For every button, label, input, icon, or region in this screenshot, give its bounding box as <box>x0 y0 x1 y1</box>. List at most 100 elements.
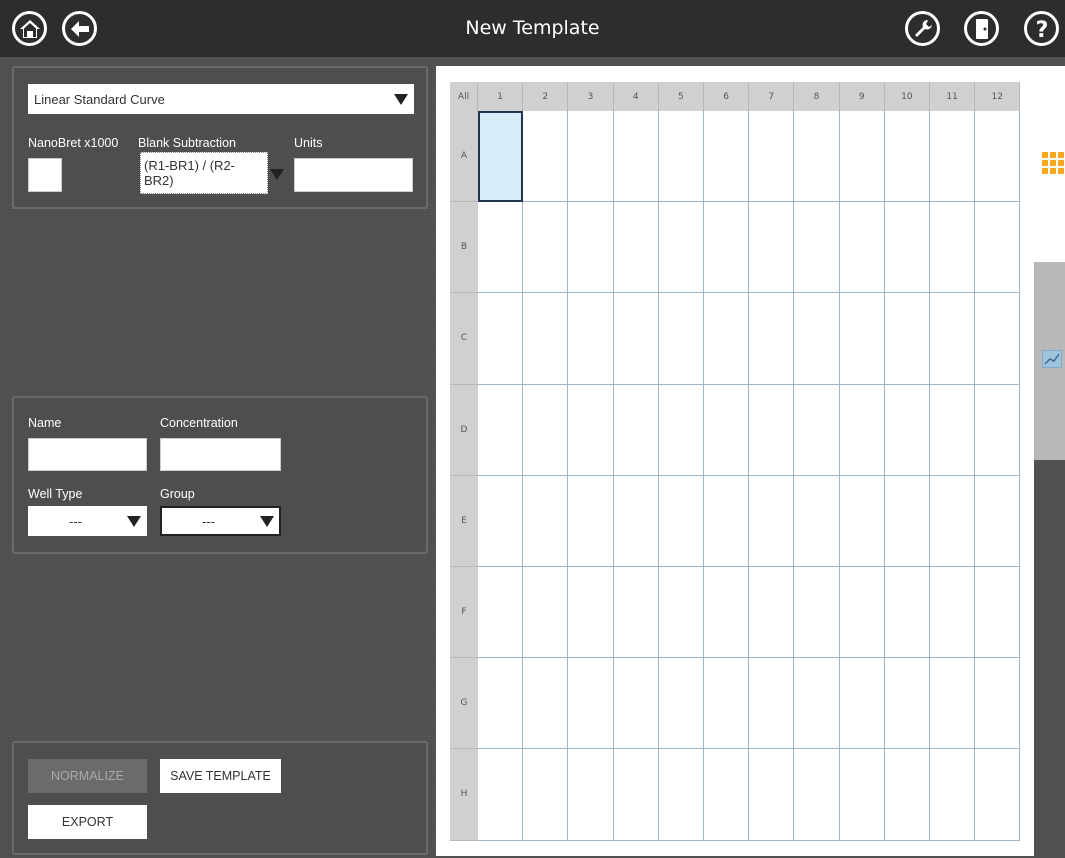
well-B5[interactable] <box>658 202 704 294</box>
well-D12[interactable] <box>975 384 1021 476</box>
column-header-5[interactable]: 5 <box>658 82 704 111</box>
row-header-G[interactable]: G <box>450 658 478 750</box>
well-E3[interactable] <box>568 475 614 567</box>
well-D3[interactable] <box>568 384 614 476</box>
well-C1[interactable] <box>478 293 524 385</box>
normalize-button[interactable]: NORMALIZE <box>28 759 147 793</box>
well-E7[interactable] <box>749 475 795 567</box>
column-header-11[interactable]: 11 <box>930 82 976 111</box>
well-F1[interactable] <box>478 567 524 659</box>
column-header-7[interactable]: 7 <box>749 82 795 111</box>
select-all-cell[interactable]: All <box>450 82 478 111</box>
well-H9[interactable] <box>839 749 885 841</box>
well-B6[interactable] <box>704 202 750 294</box>
well-C7[interactable] <box>749 293 795 385</box>
column-header-4[interactable]: 4 <box>613 82 659 111</box>
well-G2[interactable] <box>523 658 569 750</box>
help-icon[interactable]: ? <box>1024 11 1059 46</box>
well-C8[interactable] <box>794 293 840 385</box>
well-G4[interactable] <box>613 658 659 750</box>
well-F8[interactable] <box>794 567 840 659</box>
well-C6[interactable] <box>704 293 750 385</box>
well-C5[interactable] <box>658 293 704 385</box>
well-F3[interactable] <box>568 567 614 659</box>
well-E1[interactable] <box>478 475 524 567</box>
well-B7[interactable] <box>749 202 795 294</box>
well-F9[interactable] <box>839 567 885 659</box>
well-H7[interactable] <box>749 749 795 841</box>
back-arrow-icon[interactable] <box>62 11 97 46</box>
row-header-H[interactable]: H <box>450 749 478 841</box>
well-C3[interactable] <box>568 293 614 385</box>
well-D8[interactable] <box>794 384 840 476</box>
well-C4[interactable] <box>613 293 659 385</box>
well-B12[interactable] <box>975 202 1021 294</box>
column-header-8[interactable]: 8 <box>794 82 840 111</box>
well-F2[interactable] <box>523 567 569 659</box>
well-A4[interactable] <box>613 111 659 203</box>
well-E8[interactable] <box>794 475 840 567</box>
row-header-B[interactable]: B <box>450 202 478 294</box>
well-F7[interactable] <box>749 567 795 659</box>
well-D6[interactable] <box>704 384 750 476</box>
side-tab-chart[interactable] <box>1034 262 1065 460</box>
well-G1[interactable] <box>478 658 524 750</box>
blank-subtraction-select[interactable]: (R1-BR1) / (R2-BR2) <box>138 152 268 194</box>
well-A6[interactable] <box>704 111 750 203</box>
column-header-9[interactable]: 9 <box>839 82 885 111</box>
well-H10[interactable] <box>884 749 930 841</box>
well-G5[interactable] <box>658 658 704 750</box>
well-A5[interactable] <box>658 111 704 203</box>
well-D7[interactable] <box>749 384 795 476</box>
well-E5[interactable] <box>658 475 704 567</box>
home-icon[interactable] <box>12 11 47 46</box>
well-C11[interactable] <box>930 293 976 385</box>
column-header-2[interactable]: 2 <box>523 82 569 111</box>
well-B2[interactable] <box>523 202 569 294</box>
well-D5[interactable] <box>658 384 704 476</box>
units-input[interactable] <box>294 158 413 192</box>
well-F5[interactable] <box>658 567 704 659</box>
wrench-icon[interactable]: 25 <box>905 11 940 46</box>
well-C10[interactable] <box>884 293 930 385</box>
well-D2[interactable] <box>523 384 569 476</box>
well-A8[interactable] <box>794 111 840 203</box>
save-template-button[interactable]: SAVE TEMPLATE <box>160 759 281 793</box>
well-A12[interactable] <box>975 111 1021 203</box>
well-C12[interactable] <box>975 293 1021 385</box>
well-E6[interactable] <box>704 475 750 567</box>
well-A7[interactable] <box>749 111 795 203</box>
well-H2[interactable] <box>523 749 569 841</box>
well-A10[interactable] <box>884 111 930 203</box>
well-E12[interactable] <box>975 475 1021 567</box>
well-A2[interactable] <box>523 111 569 203</box>
group-select[interactable]: --- <box>160 506 281 536</box>
export-button[interactable]: EXPORT <box>28 805 147 839</box>
row-header-E[interactable]: E <box>450 475 478 567</box>
row-header-A[interactable]: A <box>450 111 478 203</box>
well-B1[interactable] <box>478 202 524 294</box>
well-F6[interactable] <box>704 567 750 659</box>
column-header-6[interactable]: 6 <box>704 82 750 111</box>
column-header-3[interactable]: 3 <box>568 82 614 111</box>
well-E11[interactable] <box>930 475 976 567</box>
well-C2[interactable] <box>523 293 569 385</box>
well-C9[interactable] <box>839 293 885 385</box>
well-F4[interactable] <box>613 567 659 659</box>
well-B8[interactable] <box>794 202 840 294</box>
well-G6[interactable] <box>704 658 750 750</box>
column-header-10[interactable]: 10 <box>884 82 930 111</box>
well-H5[interactable] <box>658 749 704 841</box>
well-H4[interactable] <box>613 749 659 841</box>
well-G9[interactable] <box>839 658 885 750</box>
well-A3[interactable] <box>568 111 614 203</box>
well-G3[interactable] <box>568 658 614 750</box>
well-H8[interactable] <box>794 749 840 841</box>
well-D11[interactable] <box>930 384 976 476</box>
column-header-1[interactable]: 1 <box>478 82 524 111</box>
column-header-12[interactable]: 12 <box>975 82 1021 111</box>
well-D9[interactable] <box>839 384 885 476</box>
well-G11[interactable] <box>930 658 976 750</box>
well-A1[interactable] <box>478 111 524 203</box>
well-H6[interactable] <box>704 749 750 841</box>
